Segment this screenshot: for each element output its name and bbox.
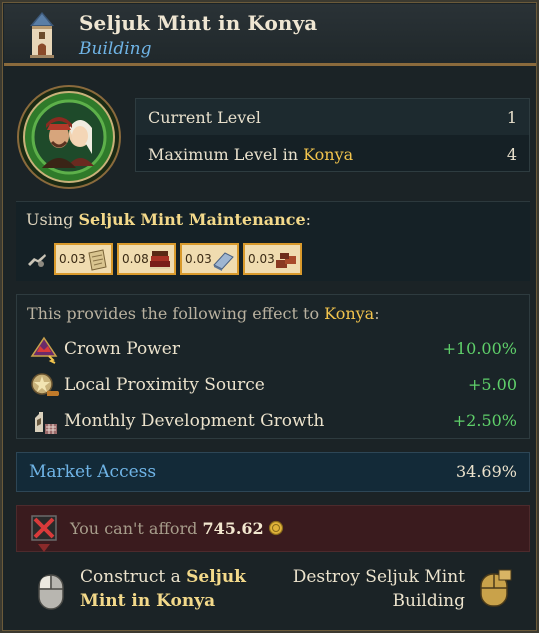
paper-goods-icon (88, 249, 107, 271)
max-level-label: Maximum Level in Konya (148, 145, 353, 164)
left-mouse-click-icon (38, 574, 64, 610)
effects-title: This provides the following effect to Ko… (27, 304, 380, 323)
goods-amount: 0.03 (248, 252, 275, 266)
effect-value: +5.00 (467, 375, 517, 394)
construct-building-button[interactable]: Construct a Seljuk Mint in Konya (80, 565, 260, 613)
afford-amount: 745.62 (202, 519, 264, 538)
effect-row-development-growth[interactable]: Monthly Development Growth +2.50% (17, 405, 529, 439)
right-mouse-click-icon (480, 569, 512, 607)
building-title: Seljuk Mint in Konya (79, 11, 318, 35)
maintenance-label: Using Seljuk Mint Maintenance: (26, 210, 311, 229)
gold-coin-icon (268, 520, 283, 536)
effect-row-crown-power[interactable]: Crown Power +10.00% (17, 333, 529, 367)
max-level-value: 4 (506, 145, 517, 164)
goods-chip-copper[interactable]: 0.03 (243, 243, 302, 275)
effects-location-link[interactable]: Konya (324, 304, 374, 323)
market-access-row[interactable]: Market Access 34.69% (16, 452, 530, 492)
maintenance-name[interactable]: Seljuk Mint Maintenance (78, 210, 305, 229)
destroy-line-1: Destroy Seljuk Mint (292, 567, 465, 587)
maintenance-suffix: : (305, 210, 312, 229)
goods-amount: 0.08 (122, 252, 149, 266)
construct-name-part-1: Seljuk (186, 567, 246, 587)
effect-label: Local Proximity Source (64, 375, 265, 395)
maintenance-prefix: Using (26, 210, 79, 229)
building-tooltip-panel: Seljuk Mint in Konya Building Current Le… (0, 0, 539, 633)
construct-name-part-2: Mint in Konya (80, 591, 216, 611)
market-access-label: Market Access (29, 462, 157, 482)
effect-label: Crown Power (64, 339, 180, 359)
cannot-afford-banner: You can't afford 745.62 (16, 505, 530, 552)
goods-chip-paper[interactable]: 0.03 (54, 243, 113, 275)
cannot-afford-x-icon (31, 515, 57, 552)
copper-goods-icon (276, 253, 296, 268)
cannot-afford-text: You can't afford 745.62 (70, 519, 284, 538)
effects-title-prefix: This provides the following effect to (27, 304, 325, 323)
proximity-source-icon (31, 373, 59, 396)
tooltip-header: Seljuk Mint in Konya Building (4, 4, 537, 66)
effect-value: +10.00% (442, 339, 517, 358)
maintenance-goods-list: 0.03 0.08 0.03 0.03 (54, 243, 302, 275)
destroy-building-button[interactable]: Destroy Seljuk Mint Building (272, 565, 465, 613)
goods-amount: 0.03 (185, 252, 212, 266)
destroy-line-2: Building (392, 591, 465, 611)
current-level-row: Current Level 1 (136, 99, 529, 135)
effect-value: +2.50% (452, 411, 517, 430)
cannot-afford-prefix: You can't afford (70, 519, 203, 538)
owner-portrait-icon (17, 85, 121, 189)
building-type-label: Building (79, 39, 152, 59)
books-goods-icon (150, 251, 170, 269)
goods-amount: 0.03 (59, 252, 86, 266)
market-access-value: 34.69% (455, 462, 517, 481)
current-level-value: 1 (506, 108, 517, 127)
construct-prefix: Construct a (80, 567, 187, 587)
effect-row-proximity-source[interactable]: Local Proximity Source +5.00 (17, 369, 529, 403)
max-level-row: Maximum Level in Konya 4 (136, 136, 529, 172)
current-level-label: Current Level (148, 108, 261, 127)
mint-building-icon (30, 12, 54, 58)
effect-label: Monthly Development Growth (64, 411, 325, 431)
maintenance-section: Using Seljuk Mint Maintenance: 0.03 0.08 (16, 201, 530, 281)
goods-chip-silver[interactable]: 0.03 (180, 243, 239, 275)
max-level-prefix: Maximum Level in (148, 145, 304, 164)
silver-goods-icon (213, 252, 234, 271)
max-level-location-link[interactable]: Konya (303, 145, 353, 164)
goods-chip-books[interactable]: 0.08 (117, 243, 176, 275)
crown-power-icon (30, 336, 58, 364)
maintenance-gear-icon (28, 254, 46, 267)
level-info-box: Current Level 1 Maximum Level in Konya 4 (135, 98, 530, 172)
effects-section: This provides the following effect to Ko… (16, 294, 530, 439)
effects-title-suffix: : (374, 304, 380, 323)
development-growth-icon (35, 412, 57, 434)
